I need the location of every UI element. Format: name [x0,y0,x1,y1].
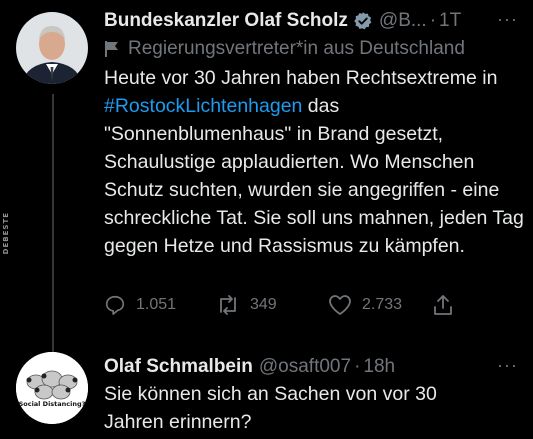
thread-line [52,94,54,356]
hashtag-link[interactable]: #RostockLichtenhagen [104,95,302,117]
tweet-header: Bundeskanzler Olaf Scholz @B... · 1T [104,9,461,33]
timestamp[interactable]: 1T [439,9,461,33]
separator-dot: · [429,10,437,31]
avatar[interactable] [16,12,88,84]
tweet-text: Heute vor 30 Jahren haben Rechtsextreme … [104,64,524,260]
reply-icon [105,295,125,315]
display-name[interactable]: Bundeskanzler Olaf Scholz [104,9,348,33]
government-label-text: Regierungsvertreter*in aus Deutschland [128,38,465,59]
action-bar: 1.051 349 2.733 [104,294,464,316]
watermark: DEBESTE [2,212,10,255]
government-label[interactable]: Regierungsvertreter*in aus Deutschland [104,37,465,61]
flag-icon [104,40,120,58]
handle-reply[interactable]: @osaft007 [259,355,351,379]
tweet-text-before: Heute vor 30 Jahren haben Rechtsextreme … [104,67,498,89]
more-options-icon-reply[interactable]: ··· [497,355,518,376]
timestamp-reply[interactable]: 18h [363,355,395,379]
separator-dot-reply: · [354,356,361,377]
display-name-reply[interactable]: Olaf Schmalbein [104,355,253,379]
reply-count: 1.051 [136,296,177,313]
share-button[interactable] [432,294,464,316]
reply-button[interactable]: 1.051 [104,294,216,316]
avatar-reply[interactable]: Social Distancing? [16,352,88,424]
heart-icon [329,295,351,315]
like-count: 2.733 [362,296,403,313]
avatar-caption: Social Distancing? [18,400,86,408]
tweet-text-reply: Sie können sich an Sachen von vor 30 Jah… [104,383,437,433]
tweet-text-after: das "Sonnenblumenhaus" in Brand gesetzt,… [104,95,524,257]
retweet-icon [220,295,236,315]
verified-badge-icon [353,11,373,31]
more-options-icon[interactable]: ··· [497,9,518,30]
retweet-button[interactable]: 349 [216,294,328,316]
like-button[interactable]: 2.733 [328,294,432,316]
retweet-count: 349 [250,296,277,313]
share-icon [434,295,452,315]
handle[interactable]: @B... [379,9,427,33]
tweet-header-reply: Olaf Schmalbein @osaft007 · 18h [104,355,395,379]
